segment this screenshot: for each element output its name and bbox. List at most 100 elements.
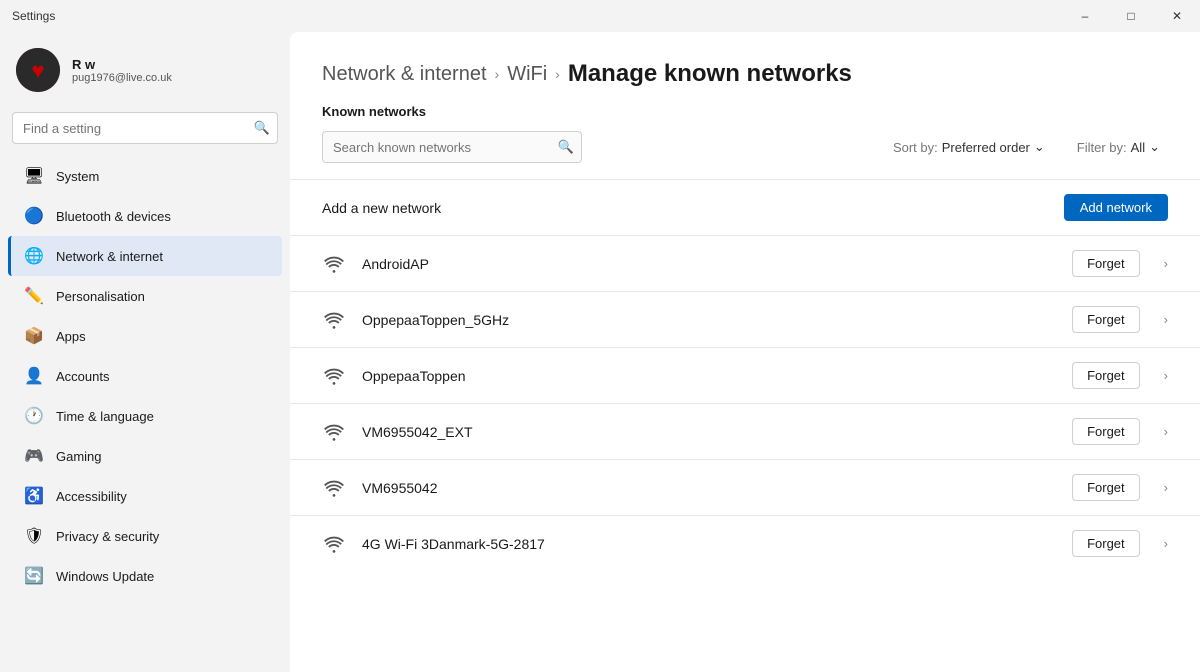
sidebar-label-bluetooth: Bluetooth & devices — [56, 209, 171, 224]
sidebar-label-time: Time & language — [56, 409, 154, 424]
network-name: OppepaaToppen_5GHz — [362, 312, 1056, 328]
sidebar-item-gaming[interactable]: 🎮 Gaming — [8, 436, 282, 476]
network-row[interactable]: AndroidAP Forget › — [290, 235, 1200, 291]
forget-button[interactable]: Forget — [1072, 306, 1140, 333]
sidebar-label-system: System — [56, 169, 99, 184]
sidebar-search-input[interactable] — [12, 112, 278, 144]
bluetooth-icon: 🔵 — [24, 206, 44, 226]
titlebar-title: Settings — [12, 9, 55, 23]
personalisation-icon: ✏️ — [24, 286, 44, 306]
privacy-icon: 🛡 — [24, 526, 44, 546]
network-row[interactable]: VM6955042 Forget › — [290, 459, 1200, 515]
forget-button[interactable]: Forget — [1072, 418, 1140, 445]
sidebar-item-apps[interactable]: 📦 Apps — [8, 316, 282, 356]
search-networks-icon: 🔍 — [558, 139, 574, 155]
network-row[interactable]: OppepaaToppen Forget › — [290, 347, 1200, 403]
forget-button[interactable]: Forget — [1072, 530, 1140, 557]
main-content: Network & internet › WiFi › Manage known… — [290, 32, 1200, 672]
minimize-button[interactable]: – — [1062, 0, 1108, 32]
chevron-right-icon: › — [1164, 368, 1168, 383]
add-network-row: Add a new network Add network — [290, 179, 1200, 235]
search-networks-box: 🔍 — [322, 131, 582, 163]
sidebar-label-accounts: Accounts — [56, 369, 109, 384]
apps-icon: 📦 — [24, 326, 44, 346]
maximize-button[interactable]: □ — [1108, 0, 1154, 32]
network-name: OppepaaToppen — [362, 368, 1056, 384]
sidebar-label-update: Windows Update — [56, 569, 154, 584]
svg-text:♥: ♥ — [31, 58, 44, 83]
filter-chevron-icon: ⌄ — [1149, 139, 1160, 155]
user-name: R w — [72, 57, 172, 72]
user-email: pug1976@live.co.uk — [72, 72, 172, 84]
chevron-right-icon: › — [1164, 312, 1168, 327]
sidebar-item-time[interactable]: 🕐 Time & language — [8, 396, 282, 436]
forget-button[interactable]: Forget — [1072, 250, 1140, 277]
wifi-icon — [322, 476, 346, 500]
sidebar-item-system[interactable]: 🖥 System — [8, 156, 282, 196]
filter-value: All — [1131, 140, 1145, 155]
avatar: ♥ — [16, 48, 60, 92]
sidebar-label-network: Network & internet — [56, 249, 163, 264]
forget-button[interactable]: Forget — [1072, 362, 1140, 389]
network-name: AndroidAP — [362, 256, 1056, 272]
user-section: ♥ R w pug1976@live.co.uk — [0, 32, 290, 108]
network-name: 4G Wi-Fi 3Danmark-5G-2817 — [362, 536, 1056, 552]
forget-button[interactable]: Forget — [1072, 474, 1140, 501]
sidebar-item-privacy[interactable]: 🛡 Privacy & security — [8, 516, 282, 556]
add-network-label: Add a new network — [322, 200, 1048, 216]
search-networks-input[interactable] — [322, 131, 582, 163]
wifi-icon — [322, 364, 346, 388]
sidebar-item-personalisation[interactable]: ✏️ Personalisation — [8, 276, 282, 316]
sidebar-nav: 🖥 System 🔵 Bluetooth & devices 🌐 Network… — [0, 156, 290, 596]
sort-chevron-icon: ⌄ — [1034, 139, 1045, 155]
sidebar-item-network[interactable]: 🌐 Network & internet — [8, 236, 282, 276]
sidebar-search-icon: 🔍 — [254, 120, 270, 136]
app-body: ♥ R w pug1976@live.co.uk 🔍 🖥 System 🔵 Bl… — [0, 32, 1200, 672]
sidebar-item-accounts[interactable]: 👤 Accounts — [8, 356, 282, 396]
sort-filter-bar: Sort by: Preferred order ⌄ Filter by: Al… — [885, 135, 1168, 159]
wifi-icon — [322, 532, 346, 556]
sidebar-item-accessibility[interactable]: ♿ Accessibility — [8, 476, 282, 516]
page-title: Manage known networks — [568, 60, 852, 88]
sidebar-item-bluetooth[interactable]: 🔵 Bluetooth & devices — [8, 196, 282, 236]
update-icon: 🔄 — [24, 566, 44, 586]
sidebar: ♥ R w pug1976@live.co.uk 🔍 🖥 System 🔵 Bl… — [0, 32, 290, 672]
breadcrumb-wifi[interactable]: WiFi — [507, 63, 547, 86]
chevron-right-icon: › — [1164, 536, 1168, 551]
sidebar-item-update[interactable]: 🔄 Windows Update — [8, 556, 282, 596]
titlebar-controls: – □ ✕ — [1062, 0, 1200, 32]
network-row[interactable]: OppepaaToppen_5GHz Forget › — [290, 291, 1200, 347]
sidebar-label-apps: Apps — [56, 329, 86, 344]
breadcrumb-sep2: › — [555, 66, 560, 82]
network-row[interactable]: 4G Wi-Fi 3Danmark-5G-2817 Forget › — [290, 515, 1200, 571]
sidebar-label-gaming: Gaming — [56, 449, 102, 464]
filter-button[interactable]: Filter by: All ⌄ — [1069, 135, 1168, 159]
network-icon: 🌐 — [24, 246, 44, 266]
breadcrumb: Network & internet › WiFi › Manage known… — [290, 32, 1200, 104]
chevron-right-icon: › — [1164, 256, 1168, 271]
time-icon: 🕐 — [24, 406, 44, 426]
wifi-icon — [322, 252, 346, 276]
gaming-icon: 🎮 — [24, 446, 44, 466]
network-row[interactable]: VM6955042_EXT Forget › — [290, 403, 1200, 459]
sidebar-label-privacy: Privacy & security — [56, 529, 159, 544]
sidebar-label-personalisation: Personalisation — [56, 289, 145, 304]
chevron-right-icon: › — [1164, 480, 1168, 495]
accessibility-icon: ♿ — [24, 486, 44, 506]
sort-button[interactable]: Sort by: Preferred order ⌄ — [885, 135, 1053, 159]
network-name: VM6955042 — [362, 480, 1056, 496]
filter-label: Filter by: — [1077, 140, 1127, 155]
add-network-button[interactable]: Add network — [1064, 194, 1168, 221]
chevron-right-icon: › — [1164, 424, 1168, 439]
wifi-icon — [322, 308, 346, 332]
sort-label: Sort by: — [893, 140, 938, 155]
networks-list: Add a new network Add network AndroidAP … — [290, 179, 1200, 591]
section-label: Known networks — [290, 104, 1200, 131]
breadcrumb-sep1: › — [495, 66, 500, 82]
sidebar-search-box: 🔍 — [12, 112, 278, 144]
user-info: R w pug1976@live.co.uk — [72, 57, 172, 84]
toolbar-row: 🔍 Sort by: Preferred order ⌄ Filter by: … — [290, 131, 1200, 179]
system-icon: 🖥 — [24, 166, 44, 186]
close-button[interactable]: ✕ — [1154, 0, 1200, 32]
breadcrumb-network-internet[interactable]: Network & internet — [322, 63, 487, 86]
